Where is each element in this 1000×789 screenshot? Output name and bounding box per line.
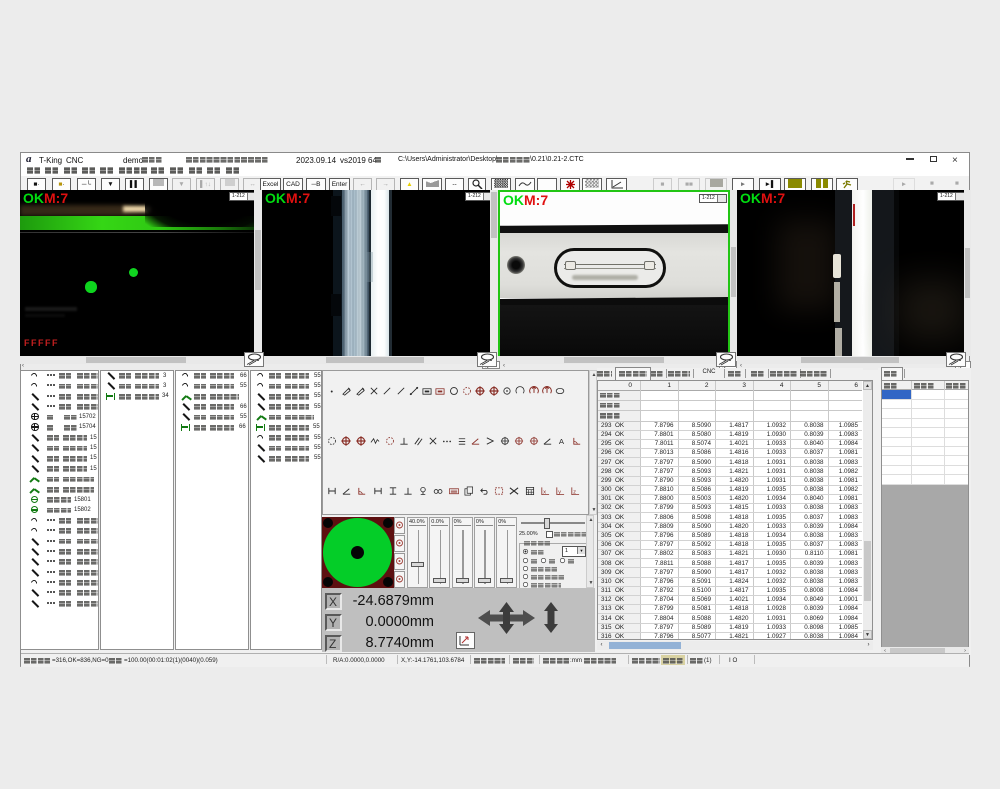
svg-text:A: A <box>559 437 565 446</box>
svg-text:x: x <box>543 490 546 496</box>
svg-text:z: z <box>573 490 576 496</box>
svg-text:y: y <box>558 490 561 496</box>
